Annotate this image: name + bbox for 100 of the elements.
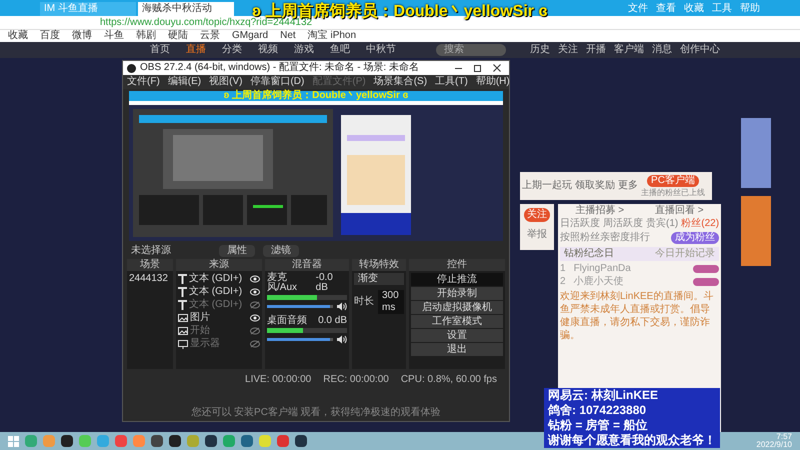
page-hint: 您还可以 安装PC客户端 观看，获得纯净极速的观看体验 <box>191 408 441 418</box>
panel-header: 转场特效 <box>352 259 406 271</box>
control-button[interactable]: 启动虚拟摄像机 <box>411 301 503 314</box>
maximize-icon[interactable] <box>474 64 481 72</box>
fan-badge-icon <box>693 265 720 273</box>
bookmark-link[interactable]: 百度 <box>40 31 60 41</box>
bookmark-link[interactable]: 微博 <box>72 31 92 41</box>
channel-name: 桌面音频 <box>267 316 307 326</box>
nav-action[interactable]: 创作中心 <box>680 45 720 55</box>
action-link[interactable]: 更多 <box>618 181 638 191</box>
event-banner <box>741 196 771 266</box>
bookmark-link[interactable]: 淘宝 iPhon <box>308 31 356 41</box>
control-button[interactable]: 设置 <box>411 329 503 342</box>
nav-link[interactable]: 直播 <box>186 45 206 55</box>
join-fans-button[interactable]: 成为粉丝 <box>671 232 720 244</box>
transition-select[interactable]: 渐变 <box>354 273 404 285</box>
clock-time: 7:57 <box>776 433 792 441</box>
nav-link[interactable]: 分类 <box>222 45 242 55</box>
card-title: 钻粉纪念日 <box>564 249 614 259</box>
card-note: 今日开始记录 <box>655 249 716 259</box>
speaker-icon[interactable] <box>337 302 347 311</box>
channel-name: 麦克风/Aux <box>267 273 298 293</box>
source-name[interactable]: 文本 (GDI+) <box>189 300 248 310</box>
control-button[interactable]: 开始录制 <box>411 287 503 300</box>
source-tool-button[interactable]: 属性 <box>219 245 255 257</box>
app-icon[interactable] <box>151 435 163 447</box>
action-link[interactable]: 上期一起玩 <box>522 181 572 191</box>
source-name[interactable]: 文本 (GDI+) <box>189 287 248 297</box>
panel-header: 场景 <box>127 259 173 271</box>
panel-link[interactable]: 主播招募 > <box>575 206 624 216</box>
obs-logo-icon <box>127 64 136 72</box>
app-icon[interactable] <box>61 435 73 447</box>
bookmark-link[interactable]: 硬陆 <box>168 31 188 41</box>
nav-action[interactable]: 开播 <box>586 45 606 55</box>
app-icon[interactable] <box>169 435 181 447</box>
event-banner <box>741 118 771 188</box>
nav-link[interactable]: 游戏 <box>294 45 314 55</box>
bookmark-link[interactable]: GMgard <box>232 31 268 41</box>
menu-item[interactable]: 帮助(H) <box>476 77 510 87</box>
eye-closed-icon[interactable] <box>250 327 260 335</box>
eye-closed-icon[interactable] <box>250 301 260 309</box>
control-button[interactable]: 退出 <box>411 343 503 356</box>
menu-item[interactable]: 编辑(E) <box>168 77 202 87</box>
channel-reading: -0.0 dB <box>316 273 334 293</box>
fan-badge-icon <box>693 278 720 286</box>
eye-icon[interactable] <box>250 288 260 296</box>
bookmark-link[interactable]: 云景 <box>200 31 220 41</box>
nav-link[interactable]: 首页 <box>150 45 170 55</box>
menu-item[interactable]: 停靠窗口(D) <box>250 77 304 87</box>
pc-note: 主播的粉丝已上线 <box>641 189 705 197</box>
panel-link[interactable]: 直播回看 > <box>654 206 704 216</box>
nav-link[interactable]: 鱼吧 <box>330 45 350 55</box>
window-title: OBS 27.2.4 (64-bit, windows) - 配置文件: 未命名 - 场景: 未命名 <box>140 63 419 73</box>
windows-start-icon[interactable] <box>8 436 19 446</box>
browser-tab[interactable]: 海贼杀中秋活动 <box>138 2 234 16</box>
nav-action[interactable]: 客户端 <box>614 45 644 55</box>
status-text: LIVE: 00:00:00 <box>245 375 312 385</box>
panel-header: 混音器 <box>265 259 349 271</box>
bookmark-link[interactable]: 韩剧 <box>136 31 156 41</box>
eye-icon[interactable] <box>250 314 260 322</box>
nav-action[interactable]: 历史 <box>530 45 550 55</box>
panel-header: 控件 <box>409 259 505 271</box>
eye-icon[interactable] <box>250 275 260 283</box>
bookmark-link[interactable]: Net <box>280 31 296 41</box>
eye-closed-icon[interactable] <box>250 340 260 348</box>
menu-item[interactable]: 场景集合(S) <box>374 77 428 87</box>
action-link[interactable]: 领取奖励 <box>575 181 615 191</box>
source-name[interactable]: 显示器 <box>190 339 248 349</box>
control-button[interactable]: 停止推流 <box>411 273 503 286</box>
close-icon[interactable] <box>493 64 501 72</box>
control-button[interactable]: 工作室模式 <box>411 315 503 328</box>
nav-action[interactable]: 消息 <box>652 45 672 55</box>
url-text[interactable]: https://www.douyu.com/topic/hxzq?rid=2444132 <box>100 18 312 28</box>
nav-link[interactable]: 视频 <box>258 45 278 55</box>
speaker-icon[interactable] <box>337 335 347 344</box>
rank-number: 1 <box>560 264 566 274</box>
status-text: REC: 00:00:00 <box>323 375 389 385</box>
bookmark-link[interactable]: 斗鱼 <box>104 31 124 41</box>
follow-button[interactable]: 关注 <box>524 208 550 222</box>
duration-label: 时长 <box>354 297 374 307</box>
source-name[interactable]: 开始 <box>190 326 248 336</box>
image-icon <box>178 327 188 335</box>
bookmark-link[interactable]: 收藏 <box>8 31 28 41</box>
source-name[interactable]: 图片 <box>190 313 248 323</box>
nav-action[interactable]: 关注 <box>558 45 578 55</box>
app-icon[interactable] <box>295 435 307 447</box>
duration-field[interactable]: 300 ms <box>378 290 404 314</box>
nav-link[interactable]: 中秋节 <box>366 45 396 55</box>
menu-item[interactable]: 工具(T) <box>435 77 468 87</box>
app-icon[interactable] <box>205 435 217 447</box>
rank-number: 2 <box>560 277 566 287</box>
monitor-icon <box>178 340 188 348</box>
pc-client-button[interactable]: PC客户端 <box>647 175 699 187</box>
source-name[interactable]: 文本 (GDI+) <box>189 274 248 284</box>
report-link[interactable]: 举报 <box>527 230 547 240</box>
menu-item[interactable]: 文件(F) <box>127 77 160 87</box>
image-icon <box>178 314 188 322</box>
scene-item[interactable]: 2444132 <box>129 273 171 285</box>
menu-item[interactable]: 视图(V) <box>209 77 242 87</box>
source-tool-button[interactable]: 滤镜 <box>263 245 299 257</box>
